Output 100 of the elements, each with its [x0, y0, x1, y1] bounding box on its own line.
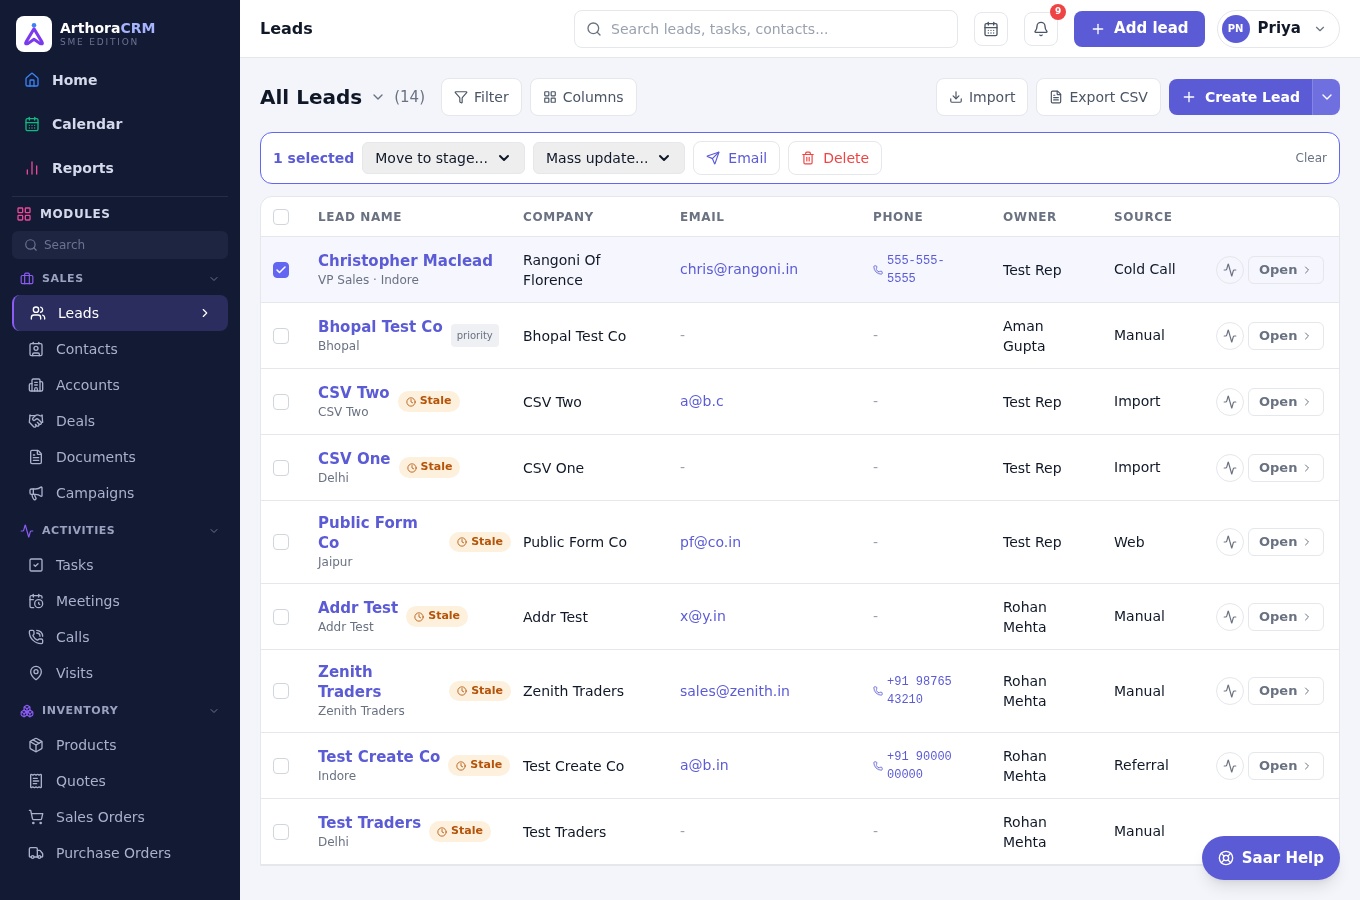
pulse-icon — [1223, 609, 1237, 624]
clock-icon — [405, 396, 416, 407]
email-link[interactable]: x@y.in — [680, 606, 873, 627]
phone-link[interactable]: +91 98765 43210 — [873, 673, 1003, 709]
owner-cell-text: Test Rep — [1003, 260, 1063, 280]
source-cell-text: Manual — [1114, 607, 1166, 626]
email-link: - — [680, 458, 687, 477]
pulse-icon — [1223, 758, 1237, 773]
pulse-icon — [1223, 262, 1237, 277]
column-header: SOURCE — [1114, 208, 1173, 226]
nav-item[interactable]: Contacts — [12, 331, 228, 367]
email-link[interactable]: a@b.in — [680, 755, 873, 776]
nav-item[interactable]: Reports — [12, 148, 228, 188]
open-button[interactable]: Open — [1248, 602, 1325, 631]
filter-button[interactable]: Filter — [441, 78, 522, 116]
owner-cell-text: Aman Gupta — [1003, 316, 1047, 356]
lead-name-link[interactable]: Zenith Traders — [318, 662, 442, 702]
lead-subtitle: Delhi — [318, 469, 350, 487]
nav-item[interactable]: Home — [12, 60, 228, 100]
lead-name-link[interactable]: Test Traders — [318, 812, 422, 833]
create-options-button[interactable] — [1312, 79, 1340, 115]
open-button[interactable]: Open — [1248, 387, 1325, 416]
open-button[interactable]: Open — [1248, 528, 1325, 556]
phone-icon — [28, 629, 44, 645]
open-button[interactable]: Open — [1248, 255, 1325, 284]
lead-name-link[interactable]: Public Form Co — [318, 513, 442, 553]
bar-chart-icon — [24, 160, 40, 176]
nav-item[interactable]: Visits — [12, 655, 228, 691]
lead-subtitle: Addr Test — [318, 618, 375, 636]
group-header[interactable]: SALES — [0, 263, 240, 295]
nav-item[interactable]: Leads — [12, 295, 228, 331]
activity-icon — [20, 524, 34, 538]
nav-item[interactable]: Quotes — [12, 763, 228, 799]
phone-link[interactable]: +91 90000 00000 — [873, 747, 1003, 784]
lead-subtitle: Zenith Traders — [318, 703, 406, 720]
stage-select[interactable]: Move to stage... — [362, 142, 525, 174]
phone-link[interactable]: 555-555-5555 — [873, 251, 1003, 288]
source-cell-text: Import — [1114, 458, 1162, 477]
trash-icon — [801, 151, 816, 165]
briefcase-icon — [20, 272, 34, 286]
column-header: EMAIL — [680, 208, 725, 226]
nav-item[interactable]: Calendar — [12, 104, 228, 144]
lead-name-link[interactable]: Christopher Maclead — [318, 250, 493, 271]
columns-button[interactable]: Columns — [529, 78, 637, 116]
phone-cell-text: - — [873, 458, 880, 477]
calendar-button[interactable] — [974, 11, 1009, 46]
nav-item[interactable]: Tasks — [12, 547, 228, 583]
company-cell-text: Test Traders — [523, 822, 608, 842]
owner-cell-text: Rohan Mehta — [1003, 597, 1048, 637]
building-icon — [28, 377, 44, 393]
nav-item[interactable]: Documents — [12, 439, 228, 475]
row-checkbox[interactable] — [273, 261, 289, 278]
receipt-icon — [28, 773, 44, 789]
clock-icon — [457, 537, 468, 547]
nav-item[interactable]: Meetings — [12, 583, 228, 619]
mass-update-select[interactable]: Mass update... — [532, 142, 686, 174]
nav-item[interactable]: Calls — [12, 619, 228, 655]
email-link[interactable]: chris@rangoni.in — [680, 259, 873, 280]
megaphone-icon — [28, 485, 44, 501]
open-button[interactable]: Open — [1248, 677, 1325, 705]
lead-name-link[interactable]: CSV One — [318, 448, 391, 469]
nav-item[interactable]: Products — [12, 727, 228, 763]
nav-item[interactable]: Sales Orders — [12, 799, 228, 835]
delete-button[interactable]: Delete — [788, 141, 883, 175]
contact-card-icon — [28, 341, 44, 357]
lead-name-link[interactable]: CSV Two — [318, 382, 390, 403]
email-link[interactable]: pf@co.in — [680, 531, 873, 553]
search-field[interactable]: Search — [12, 231, 228, 259]
export-button[interactable]: Export CSV — [1036, 78, 1161, 116]
lead-name-link[interactable]: Bhopal Test Co — [318, 316, 443, 337]
nav-item[interactable]: Deals — [12, 403, 228, 439]
nav-item[interactable]: Campaigns — [12, 475, 228, 511]
create-lead-button[interactable]: Create Lead — [1168, 79, 1312, 115]
phone-icon — [873, 686, 883, 696]
nav-item[interactable]: Purchase Orders — [12, 835, 228, 871]
search-field[interactable]: Search leads, tasks, contacts... — [574, 9, 959, 48]
company-cell-text: CSV One — [523, 458, 586, 478]
search-icon — [586, 20, 603, 37]
group-header[interactable]: ACTIVITIES — [0, 515, 240, 547]
clear-button[interactable]: Clear — [1295, 149, 1327, 167]
lead-name-link[interactable]: Test Create Co — [318, 746, 441, 767]
map-pin-icon — [28, 665, 44, 681]
lead-name-link[interactable]: Addr Test — [318, 597, 399, 618]
nav-item[interactable]: Accounts — [12, 367, 228, 403]
open-button[interactable]: Open — [1248, 453, 1325, 482]
home-icon — [24, 72, 40, 88]
lead-subtitle: Indore — [318, 767, 358, 785]
group-header[interactable]: INVENTORY — [0, 695, 240, 727]
calendar-icon — [983, 20, 1000, 37]
open-button[interactable]: Open — [1248, 751, 1325, 780]
add-lead-button[interactable]: Add lead — [1074, 10, 1205, 47]
email-button[interactable]: Email — [693, 141, 781, 175]
import-button[interactable]: Import — [935, 78, 1029, 116]
view-selector[interactable]: All Leads — [260, 82, 387, 112]
open-button[interactable]: Open — [1248, 321, 1325, 350]
help-button[interactable]: Saar Help — [1201, 836, 1340, 880]
email-link[interactable]: a@b.c — [680, 391, 873, 412]
priority-tag: priority — [450, 324, 499, 347]
table-row[interactable]: Christopher Maclead VP Sales · Indore Rangoni Of Florence chris@rangoni.in 555-555-5555 Test Rep Cold Call Open — [261, 237, 1339, 303]
email-link[interactable]: sales@zenith.in — [680, 680, 873, 702]
